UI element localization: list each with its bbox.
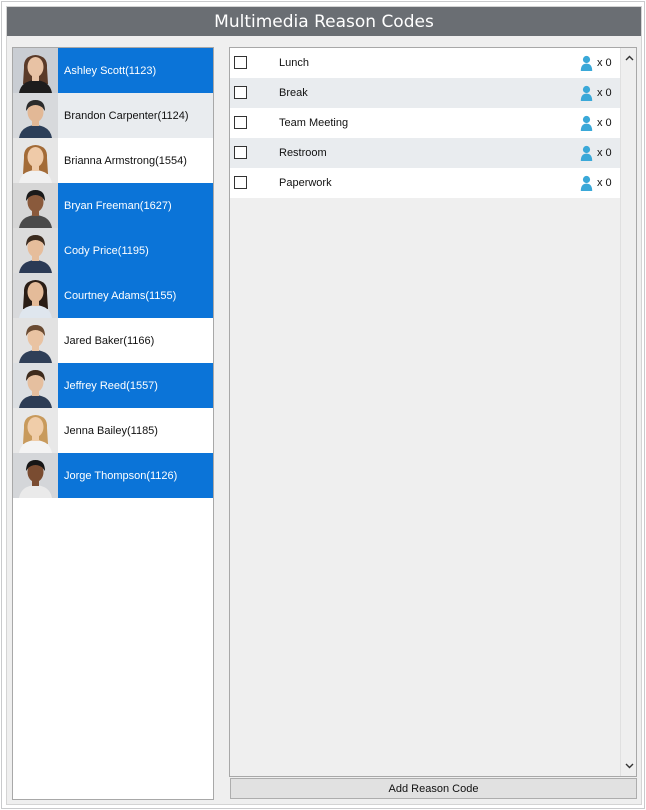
agent-count-text: x 0 (597, 87, 612, 99)
agent-name: Courtney Adams(1155) (64, 289, 177, 302)
agent-name: Brianna Armstrong(1554) (64, 154, 187, 167)
agent-row[interactable]: Jenna Bailey(1185) (13, 408, 213, 453)
avatar (13, 183, 58, 228)
person-icon (580, 145, 593, 161)
reason-code-checkbox[interactable] (234, 146, 247, 159)
agent-row[interactable]: Bryan Freeman(1627) (13, 183, 213, 228)
agent-row[interactable]: Brandon Carpenter(1124) (13, 93, 213, 138)
avatar (13, 48, 58, 93)
avatar (13, 273, 58, 318)
reason-code-checkbox[interactable] (234, 86, 247, 99)
agent-count: x 0 (580, 54, 612, 72)
avatar (13, 93, 58, 138)
person-icon (580, 55, 593, 71)
agent-count: x 0 (580, 144, 612, 162)
avatar (13, 408, 58, 453)
agent-count-text: x 0 (597, 147, 612, 159)
agent-count-text: x 0 (597, 117, 612, 129)
reason-code-checkbox[interactable] (234, 56, 247, 69)
agent-name: Cody Price(1195) (64, 244, 149, 257)
window-body: Multimedia Reason Codes Ashley Scott(112… (6, 6, 642, 805)
reason-code-checkbox[interactable] (234, 176, 247, 189)
vertical-scrollbar[interactable] (620, 48, 636, 776)
agent-name: Jeffrey Reed(1557) (64, 379, 158, 392)
agent-name: Ashley Scott(1123) (64, 64, 157, 77)
person-icon (580, 85, 593, 101)
agent-name: Jorge Thompson(1126) (64, 469, 178, 482)
agent-name: Bryan Freeman(1627) (64, 199, 172, 212)
reason-code-label: Break (279, 87, 308, 99)
agent-row[interactable]: Jeffrey Reed(1557) (13, 363, 213, 408)
agent-name: Jared Baker(1166) (64, 334, 155, 347)
agent-name: Brandon Carpenter(1124) (64, 109, 189, 122)
agent-row[interactable]: Cody Price(1195) (13, 228, 213, 273)
agent-count: x 0 (580, 114, 612, 132)
scroll-up-button[interactable] (621, 50, 637, 66)
reason-code-checkbox[interactable] (234, 116, 247, 129)
agent-count-text: x 0 (597, 57, 612, 69)
reason-code-list[interactable]: Lunch x 0 Break x 0 Team Meeting x 0 Restro… (229, 47, 637, 777)
person-icon (580, 175, 593, 191)
reason-code-row[interactable]: Lunch x 0 (230, 48, 620, 78)
reason-code-label: Restroom (279, 147, 327, 159)
agent-name: Jenna Bailey(1185) (64, 424, 158, 437)
person-icon (580, 115, 593, 131)
avatar (13, 363, 58, 408)
avatar (13, 453, 58, 498)
chevron-up-icon (625, 55, 633, 61)
agent-row[interactable]: Jorge Thompson(1126) (13, 453, 213, 498)
reason-code-row[interactable]: Paperwork x 0 (230, 168, 620, 198)
reason-code-label: Paperwork (279, 177, 332, 189)
agent-count-text: x 0 (597, 177, 612, 189)
chevron-down-icon (625, 763, 633, 769)
avatar (13, 228, 58, 273)
avatar (13, 318, 58, 363)
agent-count: x 0 (580, 84, 612, 102)
add-reason-code-button[interactable]: Add Reason Code (230, 778, 637, 799)
agent-row[interactable]: Ashley Scott(1123) (13, 48, 213, 93)
reason-code-row[interactable]: Restroom x 0 (230, 138, 620, 168)
agent-row[interactable]: Courtney Adams(1155) (13, 273, 213, 318)
reason-code-row[interactable]: Break x 0 (230, 78, 620, 108)
scroll-down-button[interactable] (621, 758, 637, 774)
window-title: Multimedia Reason Codes (7, 7, 641, 36)
agent-row[interactable]: Brianna Armstrong(1554) (13, 138, 213, 183)
reason-code-label: Lunch (279, 57, 309, 69)
agent-row[interactable]: Jared Baker(1166) (13, 318, 213, 363)
reason-code-row[interactable]: Team Meeting x 0 (230, 108, 620, 138)
reason-codes-window: Multimedia Reason Codes Ashley Scott(112… (1, 1, 645, 809)
reason-code-label: Team Meeting (279, 117, 349, 129)
avatar (13, 138, 58, 183)
agent-count: x 0 (580, 174, 612, 192)
agent-list[interactable]: Ashley Scott(1123) Brandon Carpenter(112… (12, 47, 214, 800)
